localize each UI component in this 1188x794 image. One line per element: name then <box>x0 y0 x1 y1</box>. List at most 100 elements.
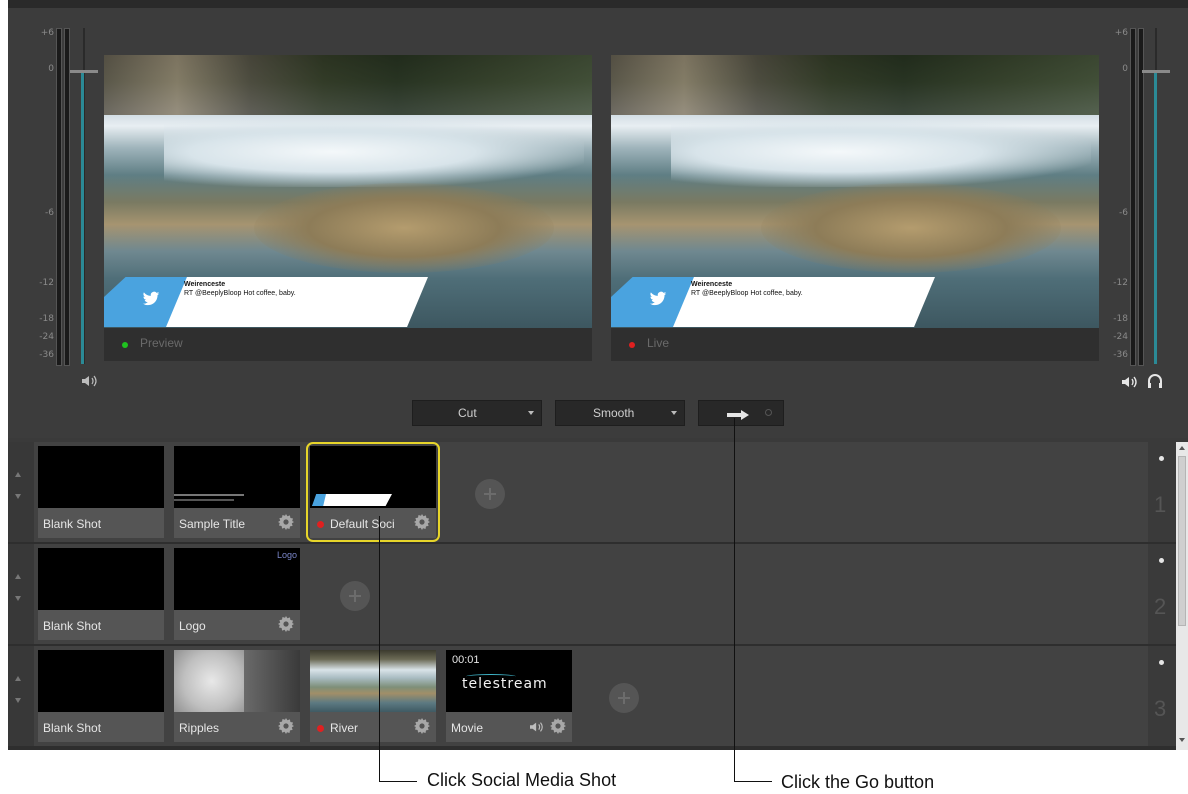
right-fader-level <box>1154 72 1157 364</box>
layer-reorder[interactable] <box>8 442 34 542</box>
shot-name: Ripples <box>179 721 220 735</box>
shot-blank[interactable]: Blank Shot <box>38 548 164 640</box>
shot-river[interactable]: River <box>310 650 436 742</box>
right-meter-scale: +6 0 -6 -12 -18 -24 -36 <box>1104 28 1128 368</box>
live-indicator <box>317 521 324 528</box>
layer-number: 3 <box>1154 696 1167 721</box>
layer-row: Blank Shot Sample Title Default Soci 1 <box>8 442 1176 544</box>
preview-video: Weirenceste RT @BeeplyBloop Hot coffee, … <box>104 55 592 328</box>
scale-label: +6 <box>40 28 54 38</box>
speaker-icon[interactable] <box>80 373 100 389</box>
callout-line-social-h <box>379 781 417 782</box>
scale-label: -6 <box>45 208 54 218</box>
social-media-overlay: Weirenceste RT @BeeplyBloop Hot coffee, … <box>104 277 428 327</box>
shot-social-media[interactable]: Default Soci <box>306 442 440 542</box>
callout-line-go <box>734 418 735 782</box>
top-toolbar-edge <box>8 0 1188 8</box>
live-monitor[interactable]: Weirenceste RT @BeeplyBloop Hot coffee, … <box>611 55 1099 361</box>
left-meter-scale: +6 0 -6 -12 -18 -24 -36 <box>30 28 54 368</box>
layer-number: 1 <box>1154 492 1167 517</box>
chevron-down-icon <box>528 411 534 415</box>
scale-label: 0 <box>1122 64 1128 74</box>
layer-side-panel: 2 <box>1148 544 1176 644</box>
right-fader-knob[interactable] <box>1142 70 1170 73</box>
shot-ripples[interactable]: Ripples <box>174 650 300 742</box>
arrow-down-icon[interactable] <box>15 698 21 703</box>
speaker-icon[interactable] <box>528 719 546 738</box>
arrow-up-icon[interactable] <box>15 676 21 681</box>
scroll-down-icon[interactable] <box>1179 738 1185 742</box>
tweet-author: Weirenceste <box>691 281 733 288</box>
wirecast-window: +6 0 -6 -12 -18 -24 -36 +6 0 -6 -12 -18 … <box>8 0 1188 750</box>
shot-thumbnail <box>38 446 164 508</box>
arrow-down-icon[interactable] <box>15 596 21 601</box>
transition-dropdown[interactable]: Cut <box>412 400 542 426</box>
gear-icon[interactable] <box>278 718 294 734</box>
preview-monitor[interactable]: Weirenceste RT @BeeplyBloop Hot coffee, … <box>104 55 592 361</box>
shot-thumbnail: Logo <box>174 548 300 610</box>
shot-thumbnail: 00:01 telestream <box>446 650 572 712</box>
callout-line-social <box>379 516 380 782</box>
go-button[interactable] <box>698 400 784 426</box>
layers-scrollbar[interactable] <box>1176 442 1188 750</box>
shot-name: Blank Shot <box>43 721 102 735</box>
scale-label: -18 <box>39 314 54 324</box>
shot-movie[interactable]: 00:01 telestream Movie <box>446 650 572 742</box>
shot-name: River <box>330 721 359 735</box>
shot-blank[interactable]: Blank Shot <box>38 446 164 538</box>
layer-side-panel: 3 <box>1148 646 1176 746</box>
layer-side-panel: 1 <box>1148 442 1176 542</box>
shot-thumbnail <box>38 548 164 610</box>
layer-visible-toggle[interactable] <box>1159 456 1164 461</box>
live-label: Live <box>647 336 670 350</box>
speaker-loud-icon[interactable] <box>1120 374 1140 390</box>
gear-icon[interactable] <box>550 718 566 734</box>
gear-icon[interactable] <box>278 616 294 632</box>
right-meter-track-2 <box>1138 28 1144 366</box>
layer-reorder[interactable] <box>8 646 34 746</box>
scale-label: -12 <box>39 278 54 288</box>
movie-timecode: 00:01 <box>452 654 480 666</box>
shot-name: Blank Shot <box>43 619 102 633</box>
go-indicator-icon <box>765 409 772 416</box>
headphones-icon[interactable] <box>1146 372 1164 390</box>
shot-blank[interactable]: Blank Shot <box>38 650 164 742</box>
scale-label: -12 <box>1113 278 1128 288</box>
tweet-text: RT @BeeplyBloop Hot coffee, baby. <box>184 290 296 297</box>
scrollbar-thumb[interactable] <box>1178 456 1186 626</box>
shot-name: Logo <box>179 619 206 633</box>
shot-name: Movie <box>451 721 484 735</box>
tweet-author: Weirenceste <box>184 281 226 288</box>
add-shot-button[interactable] <box>340 581 370 611</box>
arrow-up-icon[interactable] <box>15 472 21 477</box>
layer-reorder[interactable] <box>8 544 34 644</box>
layer-visible-toggle[interactable] <box>1159 558 1164 563</box>
gear-icon[interactable] <box>278 514 294 530</box>
speed-dropdown[interactable]: Smooth <box>555 400 685 426</box>
shot-thumbnail <box>310 446 436 508</box>
scroll-up-icon[interactable] <box>1179 446 1185 450</box>
layer-visible-toggle[interactable] <box>1159 660 1164 665</box>
left-meter-track <box>56 28 62 366</box>
callout-line-go-h <box>734 781 772 782</box>
add-shot-button[interactable] <box>609 683 639 713</box>
left-fader-knob[interactable] <box>70 70 98 73</box>
gear-icon[interactable] <box>414 514 430 530</box>
shot-sample-title[interactable]: Sample Title <box>174 446 300 538</box>
add-shot-button[interactable] <box>475 479 505 509</box>
live-video: Weirenceste RT @BeeplyBloop Hot coffee, … <box>611 55 1099 328</box>
layer-row-partial <box>8 748 1176 750</box>
scale-label: +6 <box>1114 28 1128 38</box>
shot-logo[interactable]: Logo Logo <box>174 548 300 640</box>
scale-label: -18 <box>1113 314 1128 324</box>
preview-status-bar: Preview <box>104 328 592 361</box>
callout-social: Click Social Media Shot <box>427 770 617 790</box>
layer-row: Blank Shot Logo Logo 2 <box>8 544 1176 646</box>
shot-thumbnail <box>38 650 164 712</box>
scale-label: -36 <box>1113 350 1128 360</box>
transition-label: Cut <box>458 406 477 420</box>
scale-label: -36 <box>39 350 54 360</box>
arrow-down-icon[interactable] <box>15 494 21 499</box>
arrow-up-icon[interactable] <box>15 574 21 579</box>
gear-icon[interactable] <box>414 718 430 734</box>
